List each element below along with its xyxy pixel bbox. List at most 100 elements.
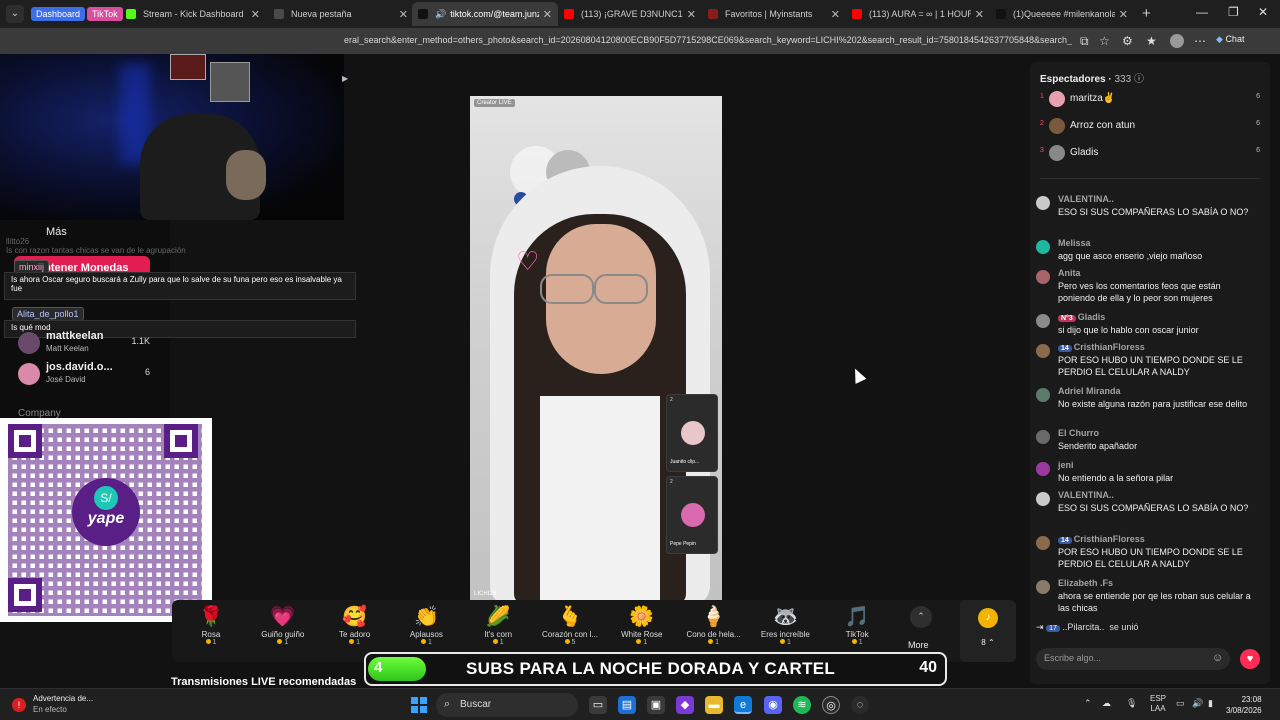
tiktok-icon — [996, 9, 1006, 19]
gift-item[interactable]: 🦝 Eres increíble 1 — [750, 604, 820, 646]
copilot-app-icon[interactable]: ◆ — [676, 696, 694, 714]
close-icon[interactable]: ✕ — [831, 8, 840, 21]
guest-count: 2 — [670, 479, 673, 485]
tab-kick-dashboard[interactable]: Stream - Kick Dashboard ✕ — [120, 2, 266, 26]
close-icon[interactable]: ✕ — [687, 8, 696, 21]
extensions-icon[interactable]: ⚙ — [1122, 34, 1133, 48]
chat-username-text: Anita — [1058, 268, 1081, 278]
gift-price-value: 5 — [571, 639, 576, 646]
gift-price: 1 — [750, 639, 820, 646]
collapse-arrow-icon[interactable]: ▶ — [342, 74, 348, 83]
emoji-icon[interactable]: ☺ — [1212, 652, 1223, 664]
tab-group-tiktok[interactable]: TikTok — [87, 7, 123, 21]
gift-item[interactable]: 🍦 Cono de hela... 1 — [679, 604, 749, 646]
volume-icon[interactable]: 🔊 — [1192, 698, 1203, 709]
chat-input[interactable]: Escribe algo... — [1036, 648, 1230, 670]
app-icon[interactable]: ◌ — [851, 696, 869, 714]
url-field[interactable]: eral_search&enter_method=others_photo&se… — [344, 35, 1074, 45]
gift-icon: 🍦 — [701, 606, 727, 628]
spotify-icon[interactable]: ≋ — [793, 696, 811, 714]
tab-group-dashboard[interactable]: Dashboard — [31, 7, 86, 21]
maximize-button[interactable]: ❐ — [1228, 5, 1239, 19]
new-tab-button[interactable]: + — [1142, 5, 1151, 22]
microphone-icon[interactable]: 🎙 — [1126, 698, 1137, 709]
onedrive-icon[interactable]: ☁ — [1102, 698, 1111, 709]
chat-text: si dijo que lo hablo con oscar junior — [1058, 325, 1199, 335]
guest-count: 2 — [670, 397, 673, 403]
tab-tiktok-live[interactable]: 🔊 tiktok.com/@team.junzu ✕ — [412, 2, 558, 26]
close-icon[interactable]: ✕ — [251, 8, 260, 21]
warning-icon: ! — [12, 698, 26, 712]
taskbar-search[interactable]: ⌕ Buscar — [436, 693, 578, 717]
guest-card[interactable]: 2 Juanito clip... — [666, 394, 718, 472]
close-icon[interactable]: ✕ — [543, 8, 552, 21]
gift-item[interactable]: 🎵 TikTok 1 — [822, 604, 892, 646]
edge-icon[interactable]: e — [734, 696, 752, 714]
tab-youtube-1[interactable]: (113) ¡GRAVE D3NUNC14 EN ✕ — [558, 2, 702, 26]
gift-label: Corazón con l... — [541, 630, 599, 639]
top-viewer-row[interactable]: 2 Arroz con atun 6 — [1038, 116, 1264, 138]
file-explorer-icon[interactable]: ▬ — [705, 696, 723, 714]
top-viewer-row[interactable]: 1 maritza✌ 6 — [1038, 89, 1264, 111]
close-window-button[interactable]: ✕ — [1258, 5, 1268, 19]
minimize-button[interactable]: — — [1196, 5, 1208, 19]
gift-item[interactable]: 🌽 It's corn 1 — [463, 604, 533, 646]
task-view-icon[interactable]: ▭ — [589, 696, 607, 714]
gift-item[interactable]: 💗 Guiño guiño 1 — [248, 604, 318, 646]
tab-new-tab[interactable]: Nueva pestaña ✕ — [268, 2, 414, 26]
chevron-up-icon[interactable]: ⌃ — [910, 606, 932, 628]
obs-icon[interactable]: ◎ — [822, 696, 840, 714]
discord-icon[interactable]: ◉ — [764, 696, 782, 714]
star-icon[interactable]: ☆ — [1099, 34, 1110, 48]
gift-icon: 🦝 — [772, 606, 798, 628]
speaker-icon[interactable]: 🔊 — [435, 9, 446, 20]
gift-item[interactable]: 🌼 White Rose 1 — [607, 604, 677, 646]
tab-youtube-2[interactable]: (113) AURA = ∞ | 1 HOUR VI ✕ — [846, 2, 990, 26]
viewers-header[interactable]: Espectadores · 333 ⓘ — [1040, 70, 1144, 85]
info-icon[interactable]: ⓘ — [1134, 74, 1144, 85]
gift-item[interactable]: 🌹 Rosa 1 — [176, 604, 246, 646]
top-viewer-row[interactable]: 3 Gladis 6 — [1038, 143, 1264, 165]
copilot-chat-button[interactable]: ◆ Chat — [1216, 34, 1244, 45]
battery-icon[interactable]: ▮ — [1208, 698, 1213, 709]
tab-myinstants[interactable]: Favoritos | Myinstants ✕ — [702, 2, 846, 26]
more-menu-icon[interactable]: ⋯ — [1194, 34, 1206, 48]
network-icon[interactable]: ▭ — [1176, 698, 1185, 709]
gift-item[interactable]: 🥰 Te adoro 1 — [320, 604, 390, 646]
profile-avatar[interactable] — [1170, 34, 1184, 48]
gift-item[interactable]: 🫰 Corazón con l... 5 — [535, 604, 605, 646]
rank-number: 2 — [1040, 120, 1044, 127]
ranking-row[interactable]: mattkeelan Matt Keelan 1.1K — [18, 330, 168, 356]
video-watermark: LICHI28 — [474, 591, 497, 597]
avatar — [1036, 492, 1050, 506]
avatar — [681, 421, 705, 445]
coin-icon — [349, 639, 355, 644]
like-heart-button[interactable]: ♥ — [1240, 649, 1260, 669]
language-indicator[interactable]: ESP LAA — [1150, 694, 1166, 714]
mouse-cursor — [849, 366, 867, 384]
tray-chevron-icon[interactable]: ⌃ — [1084, 698, 1092, 709]
ranking-row[interactable]: jos.david.o... José David 6 — [18, 361, 168, 387]
coin-balance-button[interactable]: ♪ 8 ⌃ — [960, 600, 1016, 662]
tab-tiktok-2[interactable]: (1)Queeeee #milenkanolasco ✕ — [990, 2, 1134, 26]
glasses — [540, 274, 662, 304]
notes-icon[interactable]: ▤ — [618, 696, 636, 714]
open-in-app-icon[interactable]: ⧉ — [1080, 34, 1089, 49]
close-icon[interactable]: ✕ — [975, 8, 984, 21]
close-icon[interactable]: ✕ — [1119, 8, 1128, 21]
chat-username: VALENTINA.. — [1058, 490, 1114, 500]
gift-item[interactable]: 👏 Aplausos 1 — [391, 604, 461, 646]
store-icon[interactable]: ▣ — [647, 696, 665, 714]
close-icon[interactable]: ✕ — [399, 8, 408, 21]
system-clock[interactable]: 23:08 3/08/2026 — [1226, 694, 1262, 716]
guest-card[interactable]: 2 Pepe Pepin — [666, 476, 718, 554]
subs-goal-banner: 4 SUBS PARA LA NOCHE DORADA Y CARTEL 40 — [364, 652, 947, 686]
more-link[interactable]: Más — [46, 226, 67, 238]
gift-price: 1 — [320, 639, 390, 646]
tab-search-button[interactable]: ⌄ — [6, 5, 24, 23]
chat-text: POR ESO HUBO UN TIEMPO DONDE SE LE PERDI… — [1058, 355, 1243, 377]
heart-filter-icon: ♡ — [516, 246, 540, 276]
favorites-icon[interactable]: ★ — [1146, 34, 1157, 48]
more-gifts-button[interactable]: More — [908, 640, 929, 650]
windows-start-icon[interactable] — [411, 697, 427, 713]
